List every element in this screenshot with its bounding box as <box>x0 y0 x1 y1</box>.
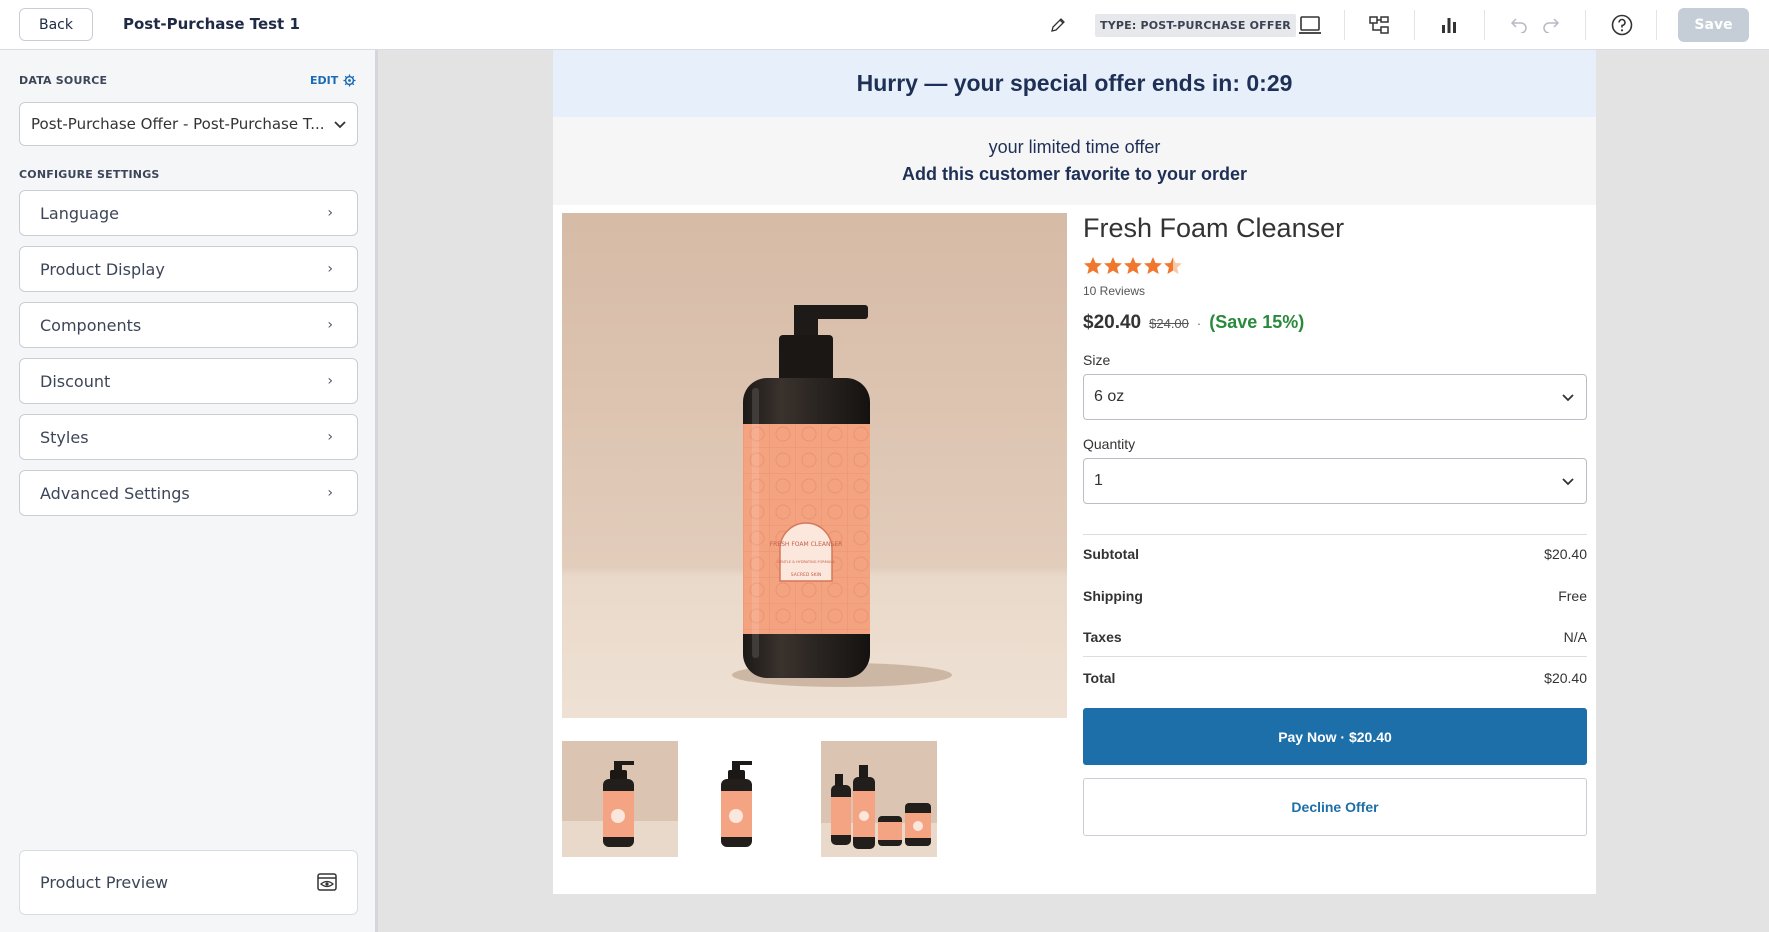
chevron-down-icon <box>1562 394 1574 402</box>
bar-chart-icon[interactable] <box>1436 12 1462 38</box>
offer-preview-canvas: Hurry — your special offer ends in: 0:29… <box>553 50 1596 894</box>
sidebar-item-label: Components <box>40 315 142 335</box>
review-count[interactable]: 10 Reviews <box>1083 284 1145 298</box>
chevron-down-icon <box>334 121 346 129</box>
flow-icon[interactable] <box>1366 12 1392 38</box>
savings-badge: (Save 15%) <box>1209 312 1305 332</box>
chevron-right-icon: › <box>327 373 333 389</box>
label-tagline: GENTLE & HYDRATING FORMULA <box>777 560 835 564</box>
product-thumbnail[interactable] <box>562 741 678 857</box>
redo-icon[interactable] <box>1538 12 1564 38</box>
summary-total: Total $20.40 <box>1083 670 1587 686</box>
page-title: Post-Purchase Test 1 <box>123 15 300 33</box>
sidebar-item-discount[interactable]: Discount › <box>19 358 358 404</box>
sidebar-item-label: Styles <box>40 427 89 447</box>
star-rating <box>1083 256 1183 276</box>
summary-value: $20.40 <box>1544 670 1587 686</box>
summary-taxes: Taxes N/A <box>1083 629 1587 645</box>
edit-label: EDIT <box>310 74 339 87</box>
summary-label: Taxes <box>1083 629 1122 645</box>
size-value: 6 oz <box>1094 388 1125 405</box>
summary-shipping: Shipping Free <box>1083 588 1587 604</box>
configure-settings-label: CONFIGURE SETTINGS <box>19 168 160 181</box>
offer-subtitle: your limited time offer <box>988 137 1161 157</box>
decline-offer-button[interactable]: Decline Offer <box>1083 778 1587 836</box>
pencil-icon[interactable] <box>1045 12 1071 38</box>
product-preview-button[interactable]: Product Preview <box>19 850 358 915</box>
chevron-right-icon: › <box>327 205 333 221</box>
size-select[interactable]: 6 oz <box>1083 374 1587 420</box>
save-button[interactable]: Save <box>1678 8 1749 42</box>
summary-label: Total <box>1083 670 1116 686</box>
help-icon[interactable] <box>1609 12 1635 38</box>
edit-data-source-link[interactable]: EDIT <box>310 74 356 87</box>
product-thumbnail[interactable] <box>678 741 794 857</box>
sidebar-item-language[interactable]: Language › <box>19 190 358 236</box>
type-badge: TYPE: POST-PURCHASE OFFER <box>1095 14 1296 37</box>
chevron-right-icon: › <box>327 429 333 445</box>
undo-icon[interactable] <box>1506 12 1532 38</box>
toolbar-divider <box>1656 10 1657 40</box>
sidebar-item-label: Discount <box>40 371 111 391</box>
sidebar-item-label: Advanced Settings <box>40 483 190 503</box>
sidebar-item-label: Product Display <box>40 259 165 279</box>
label-title: FRESH FOAM CLEANSER <box>770 541 843 548</box>
offer-title: Add this customer favorite to your order <box>901 164 1248 184</box>
summary-subtotal: Subtotal $20.40 <box>1083 546 1587 562</box>
quantity-value: 1 <box>1094 472 1103 489</box>
original-price: $24.00 <box>1149 316 1189 331</box>
summary-divider <box>1083 534 1587 535</box>
sale-price: $20.40 <box>1083 312 1142 333</box>
settings-sidebar: DATA SOURCE EDIT Post-Purchase Offer - P… <box>0 50 378 932</box>
back-button[interactable]: Back <box>19 8 93 41</box>
sidebar-item-components[interactable]: Components › <box>19 302 358 348</box>
quantity-select[interactable]: 1 <box>1083 458 1587 504</box>
toolbar-divider <box>1344 10 1345 40</box>
summary-value: $20.40 <box>1544 546 1587 562</box>
summary-label: Subtotal <box>1083 546 1139 562</box>
chevron-down-icon <box>1562 478 1574 486</box>
sidebar-item-advanced-settings[interactable]: Advanced Settings › <box>19 470 358 516</box>
toolbar-divider <box>1585 10 1586 40</box>
laptop-icon[interactable] <box>1297 12 1323 38</box>
summary-label: Shipping <box>1083 588 1143 604</box>
sidebar-item-label: Language <box>40 203 119 223</box>
offer-header: your limited time offer Add this custome… <box>553 117 1596 205</box>
product-name: Fresh Foam Cleanser <box>1083 213 1345 243</box>
sidebar-item-styles[interactable]: Styles › <box>19 414 358 460</box>
toolbar-divider <box>1414 10 1415 40</box>
quantity-label: Quantity <box>1083 436 1136 452</box>
chevron-right-icon: › <box>327 261 333 277</box>
countdown-banner: Hurry — your special offer ends in: 0:29 <box>553 50 1596 117</box>
size-label: Size <box>1083 352 1111 368</box>
product-main-image: FRESH FOAM CLEANSER GENTLE & HYDRATING F… <box>562 213 1067 718</box>
sidebar-item-product-display[interactable]: Product Display › <box>19 246 358 292</box>
summary-value: Free <box>1558 588 1587 604</box>
chevron-right-icon: › <box>327 317 333 333</box>
top-bar: Back Post-Purchase Test 1 TYPE: POST-PUR… <box>0 0 1769 50</box>
data-source-label: DATA SOURCE <box>19 74 108 87</box>
summary-divider <box>1083 656 1587 657</box>
summary-value: N/A <box>1563 629 1587 645</box>
price-separator: · <box>1196 316 1202 331</box>
data-source-select[interactable]: Post-Purchase Offer - Post-Purchase T... <box>19 102 358 146</box>
chevron-right-icon: › <box>327 485 333 501</box>
price-row: $20.40 $24.00 · (Save 15%) <box>1083 312 1304 334</box>
toolbar-divider <box>1484 10 1485 40</box>
preview-window-icon <box>317 873 337 891</box>
gear-icon <box>343 74 356 87</box>
product-thumbnail[interactable] <box>821 741 937 857</box>
pay-now-button[interactable]: Pay Now · $20.40 <box>1083 708 1587 765</box>
label-brand: SACRED SKIN <box>791 572 821 578</box>
product-preview-label: Product Preview <box>40 873 169 892</box>
data-source-value: Post-Purchase Offer - Post-Purchase T... <box>31 115 325 133</box>
